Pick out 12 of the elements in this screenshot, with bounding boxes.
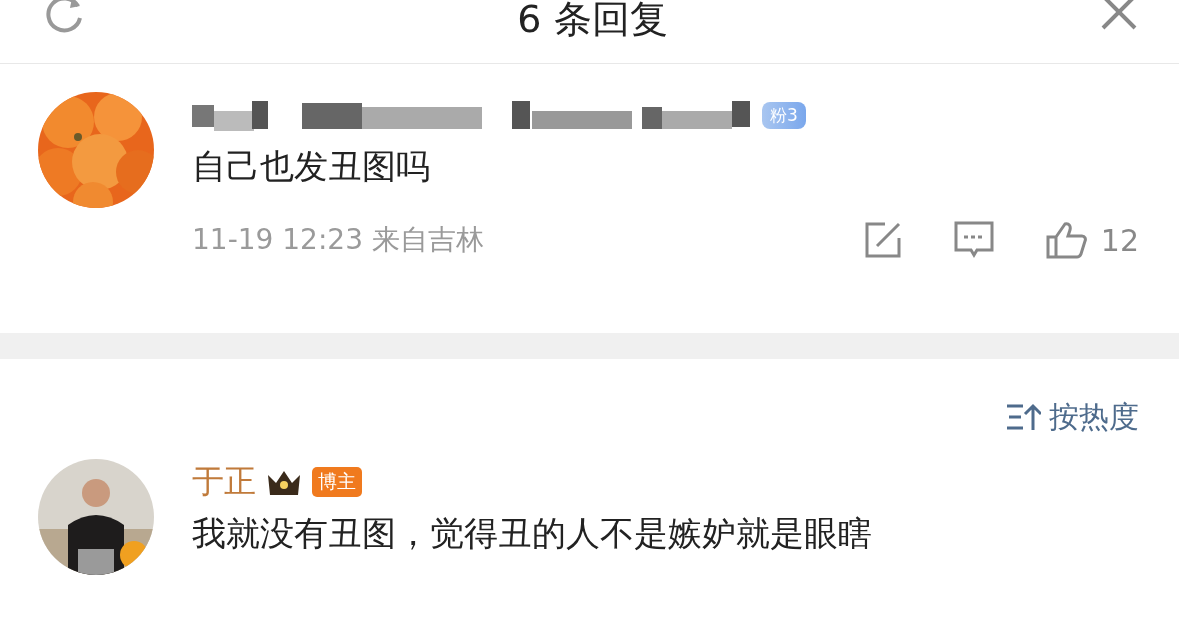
close-button[interactable] (1099, 0, 1139, 32)
like-button[interactable]: 12 (1044, 220, 1139, 260)
user-name[interactable]: 于正 (192, 460, 256, 504)
comment-meta: 11-19 12:23 来自吉林 (192, 222, 485, 258)
sort-button[interactable]: 按热度 (1005, 397, 1139, 437)
comment-button[interactable] (952, 220, 995, 260)
comment-text: 自己也发丑图吗 (192, 145, 431, 188)
role-badge: 博主 (312, 467, 362, 497)
sort-icon (1005, 402, 1041, 432)
fan-badge: 粉3 (762, 101, 806, 129)
header-title: 6 条回复 (517, 0, 668, 43)
reply-text: 我就没有丑图，觉得丑的人不是嫉妒就是眼瞎 (192, 512, 873, 555)
